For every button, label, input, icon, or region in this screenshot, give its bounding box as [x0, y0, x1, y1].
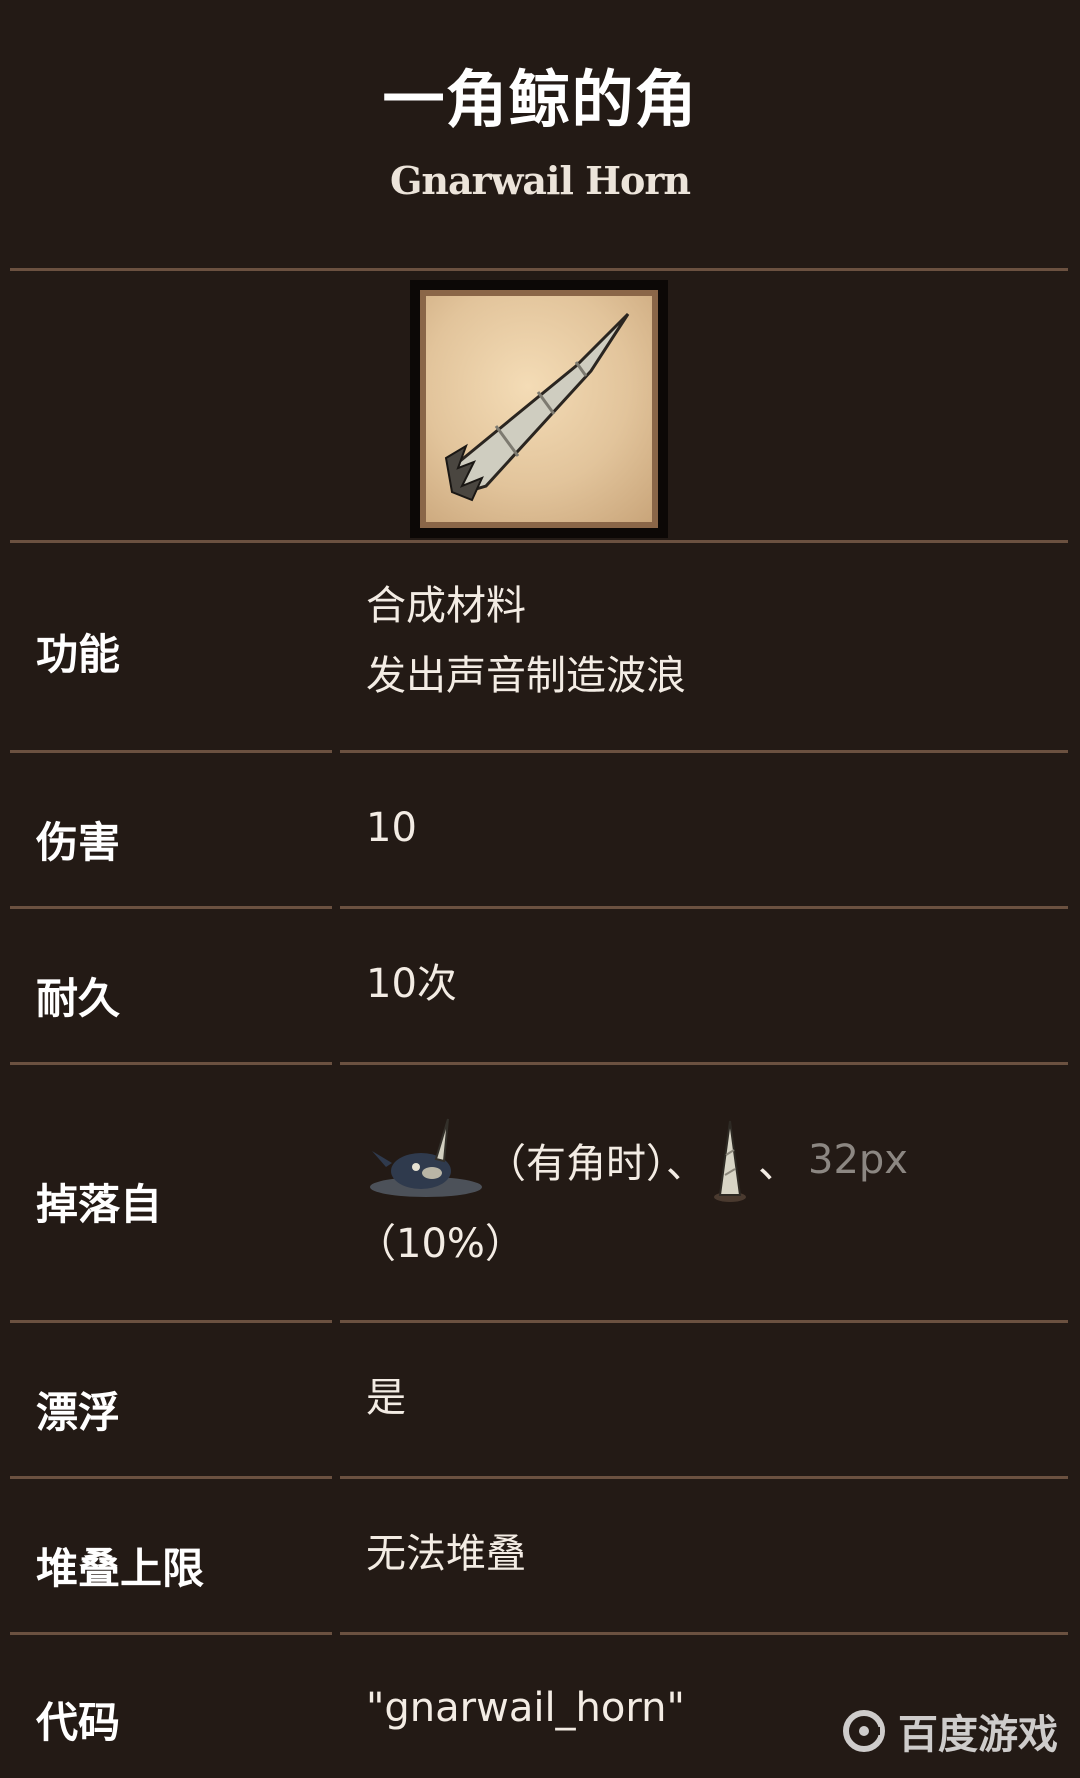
row-durability: 耐久 10次	[0, 909, 1080, 1062]
watermark: 百度游戏	[840, 1702, 1058, 1760]
row-value: "gnarwail_horn"	[366, 1685, 685, 1731]
row-stack-limit: 堆叠上限 无法堆叠	[0, 1479, 1080, 1632]
row-function: 功能 合成材料 发出声音制造波浪	[0, 543, 1080, 750]
drop-separator: 、	[758, 1141, 798, 1187]
row-dropped-by: 掉落自 （有角时）、 、 32px （10%）	[0, 1065, 1080, 1320]
drop-chance: （10%）	[356, 1221, 525, 1267]
watermark-text: 百度游戏	[898, 1712, 1058, 1758]
row-label: 功能	[36, 630, 121, 679]
row-value: 无法堆叠	[366, 1531, 526, 1577]
gnarwail-icon[interactable]	[366, 1115, 486, 1205]
infobox-header: 一角鲸的角 Gnarwail Horn	[0, 0, 1080, 270]
baidu-game-logo-icon	[840, 1707, 888, 1755]
missing-image-placeholder: 32px	[808, 1137, 908, 1183]
row-value: 是	[366, 1375, 406, 1421]
item-title-chinese: 一角鲸的角	[382, 63, 698, 136]
row-damage: 伤害 10	[0, 753, 1080, 906]
drop-sources: （有角时）、 、 32px	[366, 1115, 908, 1205]
row-value: 10次	[366, 961, 457, 1007]
row-floats: 漂浮 是	[0, 1323, 1080, 1476]
gnarwail-horn-icon	[420, 290, 658, 528]
row-label: 耐久	[36, 974, 121, 1023]
row-label: 堆叠上限	[36, 1544, 205, 1593]
item-image-frame	[410, 280, 668, 538]
drop-condition-note: （有角时）、	[486, 1141, 706, 1187]
row-label: 掉落自	[36, 1180, 163, 1229]
function-line-1: 合成材料	[366, 583, 526, 629]
row-label: 伤害	[36, 818, 121, 867]
item-image-row	[0, 272, 1080, 540]
item-infobox: 一角鲸的角 Gnarwail Horn 功能 合成材料 发出声音制造波浪 伤害 …	[0, 0, 1080, 1778]
row-value: 合成材料 发出声音制造波浪	[366, 571, 686, 711]
row-value: 10	[366, 805, 417, 851]
row-label: 漂浮	[36, 1388, 121, 1437]
row-value: （有角时）、 、 32px （10%）	[356, 1115, 908, 1269]
divider	[10, 268, 1068, 271]
gnarwail-horn-drop-icon[interactable]	[708, 1115, 752, 1205]
item-title-english: Gnarwail Horn	[389, 158, 691, 203]
function-line-2: 发出声音制造波浪	[366, 653, 686, 699]
row-label: 代码	[36, 1698, 121, 1747]
